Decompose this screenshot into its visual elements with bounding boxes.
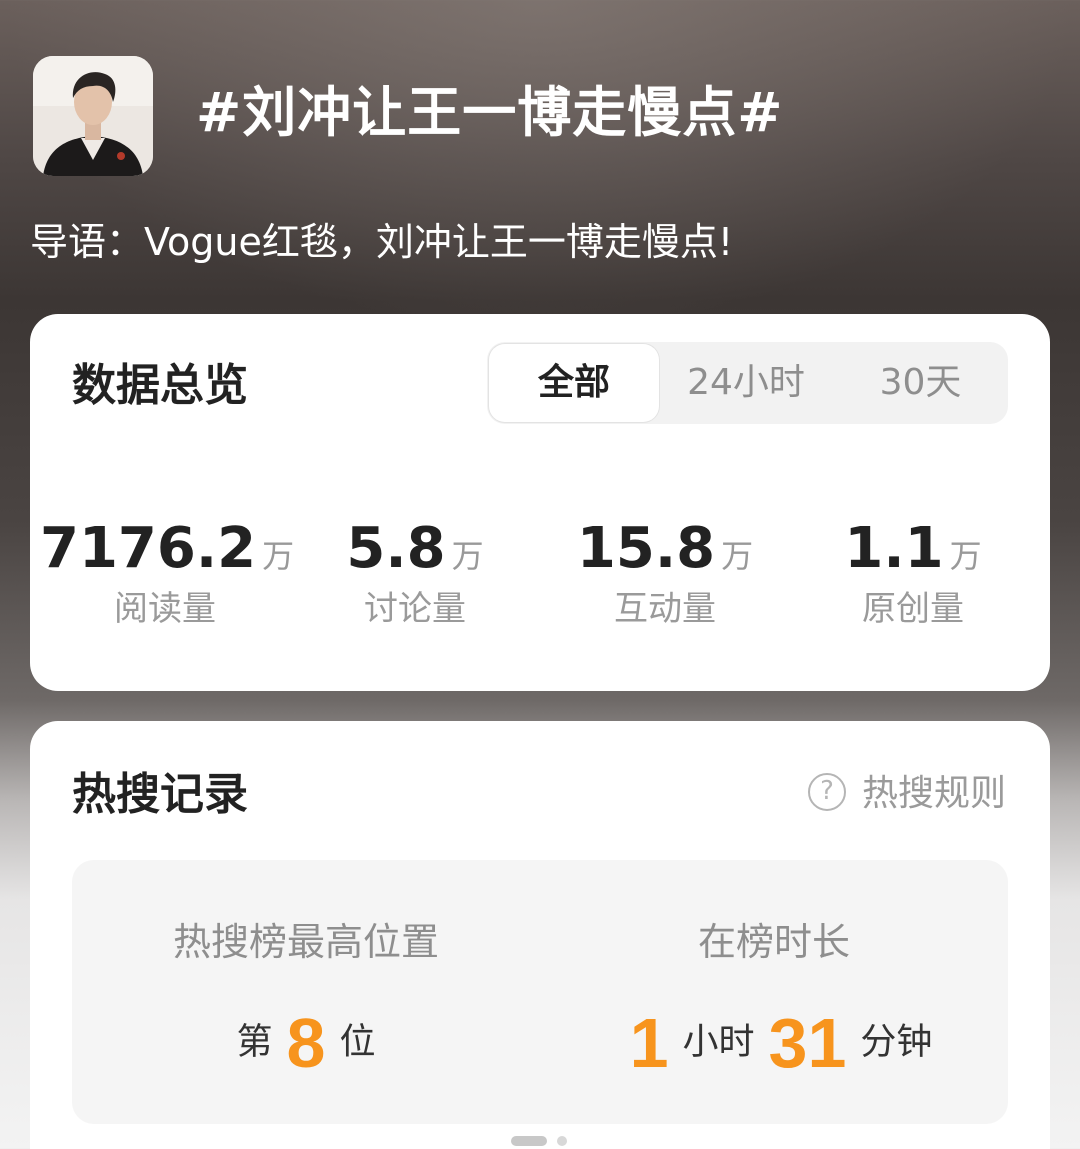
stat-discussions: 5.8 万 讨论量: [290, 514, 540, 634]
intro-label: 导语：: [30, 220, 145, 264]
question-circle-icon: ?: [808, 773, 846, 811]
stat-value: 5.8: [346, 516, 446, 581]
avatar-image: [33, 56, 153, 176]
peak-suffix: 位: [339, 1021, 376, 1063]
hot-search-card: 热搜记录 ? 热搜规则 热搜榜最高位置 第8位 在榜时长 1 小时 31 分钟: [30, 721, 1050, 1149]
stat-label: 互动量: [614, 589, 716, 629]
time-on-list-value-row: 1 小时 31 分钟: [540, 1002, 1008, 1083]
time-range-tabs: 全部 24小时 30天: [487, 342, 1008, 424]
stat-unit: 万: [949, 537, 982, 575]
peak-position: 热搜榜最高位置 第8位: [72, 860, 540, 1124]
hot-search-title: 热搜记录: [72, 769, 248, 820]
stat-unit: 万: [721, 537, 754, 575]
stat-label: 原创量: [862, 589, 964, 629]
tab-all[interactable]: 全部: [489, 344, 659, 422]
stat-value: 15.8: [576, 516, 716, 581]
hours-unit: 小时: [682, 1021, 755, 1063]
page-indicator: [511, 1136, 571, 1146]
peak-position-label: 热搜榜最高位置: [172, 920, 439, 964]
header-background: [0, 0, 1080, 330]
stat-unit: 万: [451, 537, 484, 575]
stat-value: 1.1: [844, 516, 944, 581]
duration-hours: 1: [629, 1003, 669, 1082]
stat-label: 讨论量: [364, 589, 466, 629]
page-dot: [557, 1136, 567, 1146]
intro-text: Vogue红毯，刘冲让王一博走慢点!: [144, 220, 734, 264]
topic-title: #刘冲让王一博走慢点#: [196, 81, 784, 144]
stat-originals: 1.1 万 原创量: [788, 514, 1038, 634]
peak-value: 8: [286, 1003, 326, 1082]
hot-search-rules-link[interactable]: ? 热搜规则: [808, 771, 1006, 817]
overview-title: 数据总览: [72, 360, 248, 411]
time-on-list-label: 在榜时长: [697, 920, 850, 964]
hot-search-stats: 热搜榜最高位置 第8位 在榜时长 1 小时 31 分钟: [72, 860, 1008, 1124]
tab-30-days[interactable]: 30天: [833, 342, 1008, 424]
stat-reads: 7176.2 万 阅读量: [40, 514, 294, 634]
stat-label: 阅读量: [114, 589, 216, 629]
overview-card: 数据总览 全部 24小时 30天 7176.2 万 阅读量 5.8 万 讨论量 15…: [30, 314, 1050, 691]
topic-avatar[interactable]: [33, 56, 153, 176]
peak-prefix: 第: [236, 1021, 273, 1063]
page-dot-active: [511, 1136, 547, 1146]
rules-label: 热搜规则: [862, 773, 1007, 814]
time-on-list: 在榜时长 1 小时 31 分钟: [540, 860, 1008, 1124]
minutes-unit: 分钟: [860, 1021, 933, 1063]
topic-intro: 导语：Vogue红毯，刘冲让王一博走慢点!: [30, 216, 733, 268]
stat-value: 7176.2: [40, 516, 257, 581]
stat-interactions: 15.8 万 互动量: [540, 514, 790, 634]
duration-minutes: 31: [768, 1003, 847, 1082]
peak-position-value-row: 第8位: [72, 1002, 540, 1083]
tab-24-hours[interactable]: 24小时: [659, 342, 833, 424]
